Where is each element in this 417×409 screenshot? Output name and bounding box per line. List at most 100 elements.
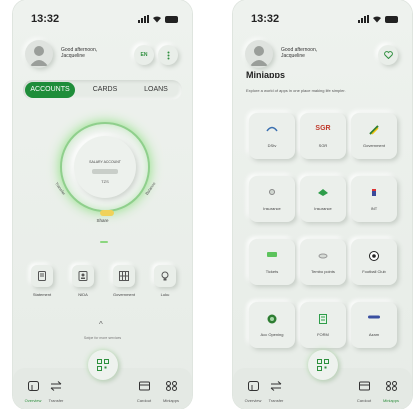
qr-icon: [97, 359, 109, 371]
bulb-icon: [161, 271, 169, 281]
overview-icon: [247, 381, 259, 391]
app-label: Insurance: [263, 206, 281, 211]
scan-qr-button[interactable]: [308, 350, 338, 380]
app-card-insurance[interactable]: Insurance: [249, 176, 295, 222]
app-card-form[interactable]: FORM: [300, 302, 346, 348]
language-label: EN: [140, 52, 148, 58]
account-dial[interactable]: SALARY ACCOUNT TZS: [60, 122, 150, 212]
user-name: Jacqueline: [281, 53, 305, 59]
app-label: Insurance: [314, 206, 332, 211]
football-icon: [369, 251, 379, 261]
app-card-government[interactable]: Government: [351, 113, 397, 159]
service-nida[interactable]: [72, 265, 94, 287]
battery-icon: [385, 15, 398, 23]
miniapps-icon: [165, 381, 177, 391]
status-time: 13:32: [31, 13, 60, 25]
service-label: Government: [112, 292, 135, 297]
service-luku[interactable]: [154, 265, 176, 287]
app-label: Azam: [368, 332, 380, 337]
status-time: 13:32: [251, 13, 280, 25]
account-name: SALARY ACCOUNT: [89, 160, 121, 164]
tembo-points-icon: [318, 253, 328, 259]
nav-label: Overview: [24, 398, 42, 403]
transfer-icon: [270, 381, 282, 391]
nav-label: Overview: [244, 398, 262, 403]
service-government[interactable]: [113, 265, 135, 287]
greeting-header: Good afternoon, Jacqueline: [245, 40, 400, 70]
app-label: SGR: [318, 143, 328, 148]
more-menu-button[interactable]: [158, 45, 178, 65]
app-card-acc-opening[interactable]: Acc Opening: [249, 302, 295, 348]
chevron-up-icon[interactable]: ^: [99, 320, 103, 329]
miniapps-icon: [385, 381, 397, 391]
nav-label: Miniapps: [162, 398, 179, 403]
share-handle[interactable]: [100, 210, 114, 216]
app-card-insurance[interactable]: Insurance: [300, 176, 346, 222]
cardout-icon: [138, 381, 150, 391]
app-card-sgr[interactable]: SGR SGR: [300, 113, 346, 159]
account-currency: TZS: [101, 179, 109, 184]
nav-overview[interactable]: Overview: [21, 378, 45, 403]
tab-accounts[interactable]: ACCOUNTS: [25, 82, 75, 98]
user-name: Jacqueline: [61, 53, 85, 59]
masked-balance[interactable]: [92, 169, 118, 174]
account-tabs: ACCOUNTS CARDS LOANS: [23, 80, 182, 100]
user-avatar-icon: [250, 46, 268, 66]
app-card-azam[interactable]: Azam: [351, 302, 397, 348]
service-label: Luku: [160, 292, 170, 297]
page-title: Miniapps: [246, 70, 286, 78]
page-subtitle: Explore a world of apps in one place mak…: [246, 88, 346, 93]
signal-icon: [138, 15, 149, 23]
app-label: INT: [370, 206, 378, 211]
government-icon: [369, 125, 379, 135]
app-card-football-club[interactable]: Football Club: [351, 239, 397, 285]
system-icons: [138, 15, 178, 23]
id-card-icon: [78, 271, 88, 281]
status-bar: 13:32: [13, 13, 192, 29]
app-card-int[interactable]: INT: [351, 176, 397, 222]
account-dial-center: SALARY ACCOUNT TZS: [74, 136, 136, 198]
nav-miniapps[interactable]: Miniapps: [159, 378, 183, 403]
signal-icon: [358, 15, 369, 23]
app-label: Government: [362, 143, 385, 148]
statement-icon: [38, 271, 46, 281]
nav-cardout[interactable]: Cardout: [352, 378, 376, 403]
system-icons: [358, 15, 398, 23]
nav-cardout[interactable]: Cardout: [132, 378, 156, 403]
nav-label: Cardout: [136, 398, 152, 403]
app-card-tembo-points[interactable]: Tembo points: [300, 239, 346, 285]
app-card-tickets[interactable]: Tickets: [249, 239, 295, 285]
nav-label: Transfer: [48, 398, 64, 403]
tickets-icon: [267, 252, 277, 257]
transfer-icon: [50, 381, 62, 391]
user-avatar-icon: [30, 46, 48, 66]
scan-qr-button[interactable]: [88, 350, 118, 380]
azam-icon: [368, 315, 380, 319]
miniapps-screen: 13:32 Good afternoon, Jacqueline Miniapp…: [233, 0, 412, 409]
cardout-icon: [358, 381, 370, 391]
language-button[interactable]: EN: [134, 45, 154, 65]
page-indicator: [100, 241, 108, 243]
nav-miniapps[interactable]: Miniapps: [379, 378, 403, 403]
tab-loans[interactable]: LOANS: [133, 82, 179, 98]
avatar[interactable]: [25, 40, 53, 68]
more-vertical-icon: [167, 51, 169, 59]
greeting-text: Good afternoon, Jacqueline: [61, 47, 97, 59]
avatar[interactable]: [245, 40, 273, 68]
favorites-button[interactable]: [378, 45, 398, 65]
tab-cards[interactable]: CARDS: [83, 82, 127, 98]
app-label: Acc Opening: [260, 332, 284, 337]
app-card-dstv[interactable]: DStv: [249, 113, 295, 159]
app-label: Tembo points: [311, 269, 335, 274]
nav-overview[interactable]: Overview: [241, 378, 265, 403]
service-label: NIDA: [78, 292, 88, 297]
service-label: Statement: [32, 292, 52, 297]
service-statement[interactable]: [31, 265, 53, 287]
nav-transfer[interactable]: Transfer: [44, 378, 68, 403]
greeting-header: Good afternoon, Jacqueline EN: [25, 40, 180, 70]
nav-label: Miniapps: [382, 398, 399, 403]
app-label: Football Club: [362, 269, 386, 274]
accounts-screen: 13:32 Good afternoon, Jacqueline EN ACCO…: [13, 0, 192, 409]
nav-transfer[interactable]: Transfer: [264, 378, 288, 403]
form-icon: [319, 314, 327, 324]
